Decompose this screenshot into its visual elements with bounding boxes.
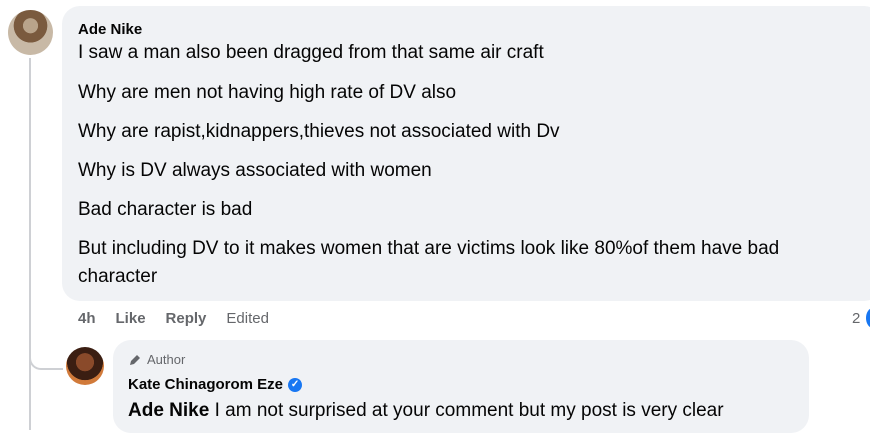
comment-line: character [78, 266, 158, 287]
comment-line: Why are men not having high rate of DV a… [78, 82, 457, 103]
avatar[interactable] [66, 347, 104, 385]
comment-line: Bad character is bad [78, 199, 253, 220]
comment-line: But including DV to it makes women that … [78, 238, 780, 259]
reply-connector [29, 320, 63, 370]
comment-line: I saw a man also been dragged from that … [78, 42, 544, 63]
like-reaction-icon[interactable] [866, 308, 870, 328]
author-badge-label: Author [147, 352, 186, 367]
reply-author: Kate Chinagorom Eze ✓ [128, 376, 303, 393]
comment-author-name[interactable]: Ade Nike [78, 21, 142, 38]
reaction-count[interactable]: 2 [852, 310, 860, 327]
avatar[interactable] [8, 10, 53, 55]
reply-body: I am not surprised at your comment but m… [209, 400, 724, 421]
comment-line: Why are rapist,kidnappers,thieves not as… [78, 121, 560, 142]
thread-line [29, 58, 31, 430]
reply-button[interactable]: Reply [166, 310, 207, 327]
edited-label[interactable]: Edited [226, 310, 269, 327]
pencil-icon [130, 354, 140, 365]
author-badge: Author [128, 352, 185, 367]
comment-actions: 4h Like Reply Edited [78, 310, 289, 327]
reply-author-name[interactable]: Kate Chinagorom Eze [128, 376, 283, 393]
comment-timestamp[interactable]: 4h [78, 310, 96, 327]
mention-link[interactable]: Ade Nike [128, 400, 209, 421]
like-button[interactable]: Like [116, 310, 146, 327]
verified-badge-icon: ✓ [288, 377, 303, 392]
reply-text: Ade Nike I am not surprised at your comm… [128, 400, 724, 422]
comment-line: Why is DV always associated with women [78, 160, 432, 181]
